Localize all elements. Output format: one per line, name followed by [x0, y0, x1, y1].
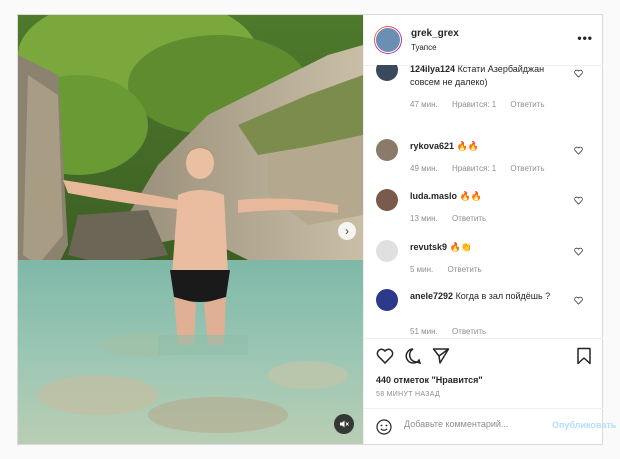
reply-button[interactable]: Ответить: [510, 164, 544, 173]
comment-time: 51 мин.: [410, 327, 438, 336]
comment-meta: 49 мин. Нравится: 1 Ответить: [410, 164, 557, 173]
comment-text: luda.maslo 🔥🔥: [410, 190, 570, 203]
commenter-avatar[interactable]: [376, 240, 398, 262]
author-username[interactable]: grek_grex: [411, 28, 459, 39]
comment-body: 🔥🔥: [456, 141, 479, 151]
heart-icon[interactable]: [376, 347, 394, 365]
comment-item: revutsk9 🔥👏 5 мин. Ответить: [364, 230, 603, 280]
commenter-avatar[interactable]: [376, 189, 398, 211]
heart-icon[interactable]: [574, 196, 583, 205]
comment-time: 13 мин.: [410, 214, 438, 223]
next-photo-button[interactable]: ›: [338, 222, 356, 240]
post-photo[interactable]: ›: [18, 15, 363, 444]
comment-meta: 13 мин. Ответить: [410, 214, 498, 223]
comment-text: revutsk9 🔥👏: [410, 241, 570, 254]
post-side-panel: grek_grex Туапсе ••• 124ilya124 Кстати А…: [363, 15, 616, 445]
share-icon[interactable]: [432, 347, 450, 365]
commenter-username[interactable]: rykova621: [410, 141, 454, 151]
commenter-avatar[interactable]: [376, 139, 398, 161]
post-time: 58 МИНУТ НАЗАД: [376, 391, 441, 398]
reply-button[interactable]: Ответить: [448, 265, 482, 274]
post-card: › grek_grex Туапсе ••• 124ilya124 Кстати…: [17, 14, 616, 445]
likes-count[interactable]: 440 отметок "Нравится": [376, 375, 483, 385]
heart-icon[interactable]: [574, 69, 583, 78]
commenter-avatar[interactable]: [376, 289, 398, 311]
comment-item: 124ilya124 Кстати Азербайджан совсем не …: [364, 65, 603, 115]
comment-item: rykova621 🔥🔥 49 мин. Нравится: 1 Ответит…: [364, 129, 603, 179]
comment-text: 124ilya124 Кстати Азербайджан совсем не …: [410, 65, 570, 89]
reply-button[interactable]: Ответить: [452, 214, 486, 223]
comment-time: 5 мин.: [410, 265, 434, 274]
comment-meta: 5 мин. Ответить: [410, 265, 494, 274]
comment-time: 49 мин.: [410, 164, 438, 173]
post-location[interactable]: Туапсе: [411, 43, 437, 52]
comment-input[interactable]: [404, 419, 544, 429]
heart-icon[interactable]: [574, 146, 583, 155]
commenter-username[interactable]: 124ilya124: [410, 65, 455, 74]
comment-likes[interactable]: Нравится: 1: [452, 100, 496, 109]
add-comment-bar: Опубликовать: [364, 408, 616, 445]
commenter-username[interactable]: luda.maslo: [410, 191, 457, 201]
publish-comment-button[interactable]: Опубликовать: [552, 420, 616, 430]
bookmark-icon[interactable]: [576, 347, 592, 365]
emoji-icon[interactable]: [376, 419, 392, 435]
commenter-avatar[interactable]: [376, 65, 398, 81]
comment-meta: 51 мин. Ответить: [410, 327, 498, 336]
comment-text: rykova621 🔥🔥: [410, 140, 570, 153]
heart-icon[interactable]: [574, 296, 583, 305]
reply-button[interactable]: Ответить: [510, 100, 544, 109]
author-avatar[interactable]: [374, 26, 402, 54]
comment-item: luda.maslo 🔥🔥 13 мин. Ответить: [364, 179, 603, 229]
commenter-username[interactable]: anele7292: [410, 291, 453, 301]
more-options-button[interactable]: •••: [577, 31, 593, 45]
comment-meta: 47 мин. Нравится: 1 Ответить: [410, 100, 557, 109]
post-actions: 440 отметок "Нравится" 58 МИНУТ НАЗАД: [364, 338, 603, 409]
post-header: grek_grex Туапсе •••: [364, 15, 603, 66]
comment-body: Когда в зал пойдёшь ?: [455, 291, 551, 301]
comment-text: anele7292 Когда в зал пойдёшь ?: [410, 290, 570, 303]
comment-body: 🔥🔥: [459, 191, 482, 201]
chevron-right-icon: ›: [345, 224, 349, 238]
reply-button[interactable]: Ответить: [452, 327, 486, 336]
mute-icon: [340, 420, 349, 428]
comments-list[interactable]: 124ilya124 Кстати Азербайджан совсем не …: [364, 65, 603, 338]
heart-icon[interactable]: [574, 247, 583, 256]
comment-time: 47 мин.: [410, 100, 438, 109]
comment-icon[interactable]: [404, 347, 422, 365]
comment-item: anele7292 Когда в зал пойдёшь ? 51 мин. …: [364, 279, 603, 338]
comment-body: 🔥👏: [449, 242, 472, 252]
comment-likes[interactable]: Нравится: 1: [452, 164, 496, 173]
commenter-username[interactable]: revutsk9: [410, 242, 447, 252]
photo-image: [18, 15, 363, 444]
mute-button[interactable]: [334, 414, 354, 434]
